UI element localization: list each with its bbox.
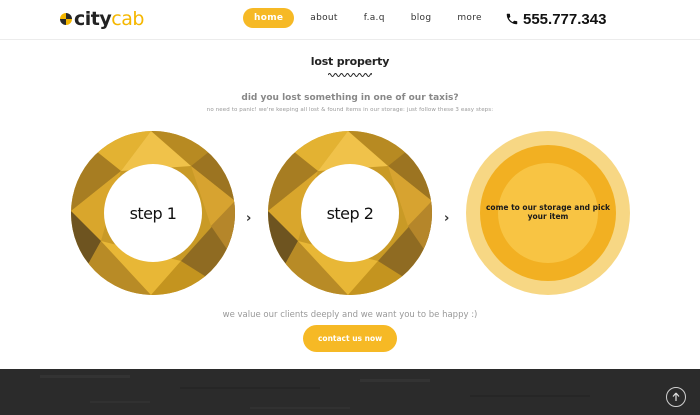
- logo-icon: [60, 13, 72, 25]
- contact-us-button[interactable]: contact us now: [303, 325, 397, 352]
- nav-item-home[interactable]: home: [243, 8, 295, 28]
- phone-contact[interactable]: 555.777.343: [505, 8, 606, 30]
- step-1-label: step 1: [129, 203, 177, 223]
- nav-item-faq[interactable]: f.a.q: [354, 8, 395, 28]
- main-nav: home about f.a.q blog more: [243, 8, 498, 28]
- nav-item-about[interactable]: about: [300, 8, 347, 28]
- lost-subtext: no need to panic! we're keeping all lost…: [206, 107, 494, 113]
- logo-text: citycab: [74, 8, 144, 30]
- scroll-to-top-button[interactable]: [666, 387, 686, 407]
- page-title: lost property: [310, 55, 390, 68]
- step-3-label: come to our storage and pick your item: [485, 203, 611, 221]
- step-2-circle: step 2: [268, 131, 432, 295]
- logo[interactable]: citycab: [60, 8, 144, 30]
- footer-texture: [0, 369, 700, 415]
- step-3-circle: come to our storage and pick your item: [466, 131, 630, 295]
- chevron-right-icon: ›: [444, 211, 450, 226]
- step-2-label: step 2: [326, 203, 374, 223]
- step-1-center: step 1: [104, 164, 202, 262]
- chevron-right-icon: ›: [246, 211, 252, 226]
- site-header: citycab home about f.a.q blog more 555.7…: [0, 0, 700, 40]
- phone-number: 555.777.343: [523, 10, 607, 28]
- phone-icon: [506, 13, 518, 25]
- logo-city: city: [74, 8, 112, 30]
- step-2-center: step 2: [301, 164, 399, 262]
- nav-item-blog[interactable]: blog: [401, 8, 442, 28]
- nav-item-more[interactable]: more: [447, 8, 492, 28]
- arrow-up-icon: [672, 392, 680, 401]
- step-1-circle: step 1: [71, 131, 235, 295]
- logo-cab: cab: [111, 8, 144, 30]
- title-underline: [328, 73, 372, 77]
- site-footer: [0, 369, 700, 415]
- lost-question: did you lost something in one of our tax…: [241, 93, 459, 103]
- closing-text: we value our clients deeply and we want …: [222, 310, 478, 320]
